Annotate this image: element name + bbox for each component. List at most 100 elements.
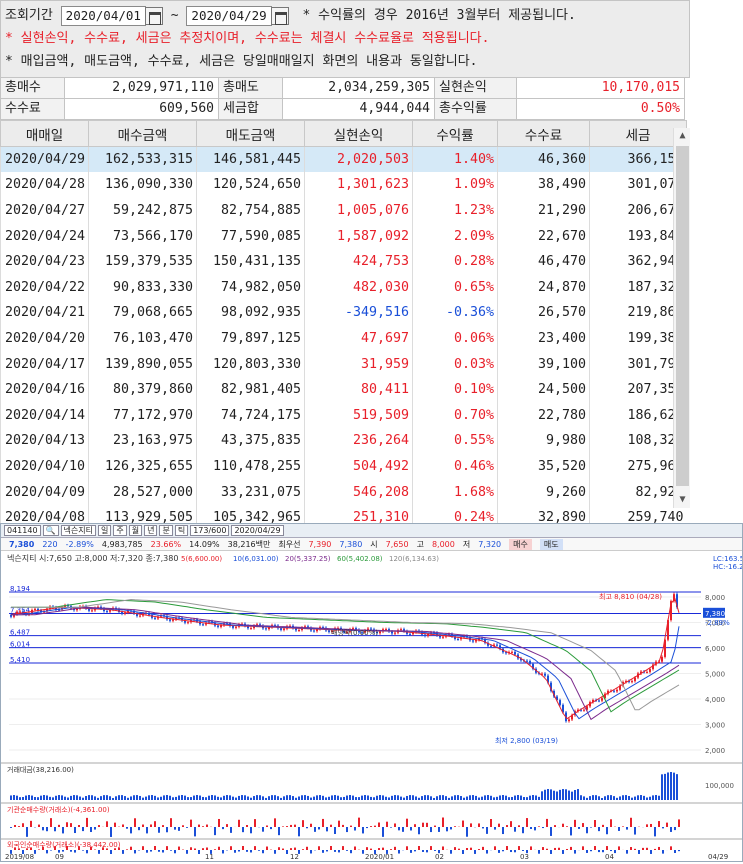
inst-bar — [554, 825, 556, 827]
inst-bar — [122, 824, 124, 827]
col-header[interactable]: 수수료 — [498, 121, 590, 147]
period-tick-button[interactable]: 틱 — [175, 525, 188, 536]
inst-bar — [58, 825, 60, 827]
table-row[interactable]: 2020/04/1323,163,97543,375,835236,2640.5… — [1, 428, 687, 454]
col-header[interactable]: 실현손익 — [305, 121, 413, 147]
table-cell: 2020/04/14 — [1, 402, 89, 428]
calendar-icon[interactable] — [145, 7, 163, 25]
sell-button[interactable]: 매도 — [540, 539, 563, 550]
volume-bar — [655, 795, 657, 800]
table-cell: 2020/04/27 — [1, 198, 89, 224]
stock-name[interactable]: 넥슨지티 — [61, 525, 96, 536]
col-header[interactable]: 매도금액 — [197, 121, 305, 147]
inst-bar — [406, 819, 408, 827]
foreign-bar — [250, 850, 252, 852]
candle-body — [139, 616, 141, 617]
stock-code-input[interactable]: 041140 — [4, 525, 41, 536]
calendar-icon[interactable] — [271, 7, 289, 25]
volume-bar — [292, 796, 294, 800]
table-cell: 2020/04/22 — [1, 274, 89, 300]
inst-bar — [518, 825, 520, 827]
chart-date-field[interactable]: 2020/04/29 — [231, 525, 283, 536]
volume-bar — [16, 796, 18, 800]
candle-body — [34, 609, 36, 610]
table-row[interactable]: 2020/04/17139,890,055120,803,33031,9590.… — [1, 351, 687, 377]
period-day-button[interactable]: 일 — [98, 525, 111, 536]
table-scrollbar[interactable]: ▲ ▼ — [673, 128, 690, 508]
volume-bar — [514, 796, 516, 800]
volume-bar — [229, 795, 231, 800]
table-row[interactable]: 2020/04/1680,379,86082,981,40580,4110.10… — [1, 377, 687, 403]
x-axis-label: 2020/01 — [365, 853, 394, 860]
volume-bar — [580, 795, 582, 800]
scroll-down-icon[interactable]: ▼ — [674, 492, 691, 508]
volume-bar — [193, 796, 195, 800]
table-row[interactable]: 2020/04/29162,533,315146,581,4452,020,50… — [1, 147, 687, 173]
table-row[interactable]: 2020/04/23159,379,535150,431,135424,7530… — [1, 249, 687, 275]
foreign-bar — [98, 850, 100, 854]
count-field[interactable]: 173/600 — [190, 525, 229, 536]
volume-bar — [169, 796, 171, 800]
foreign-bar — [214, 849, 216, 850]
start-date-input[interactable]: 2020/04/01 — [61, 6, 146, 26]
foreign-bar — [350, 850, 352, 853]
volume-bar — [154, 796, 156, 800]
col-header[interactable]: 매수금액 — [89, 121, 197, 147]
scroll-up-icon[interactable]: ▲ — [674, 128, 691, 144]
table-row[interactable]: 2020/04/2179,068,66598,092,935-349,516-0… — [1, 300, 687, 326]
price-chart[interactable]: 넥슨지티 시:7,650 고:8,000 저:7,320 종:7,3805(6,… — [1, 551, 742, 860]
volume-bar — [442, 795, 444, 800]
volume-bar — [70, 796, 72, 800]
foreign-bar — [46, 850, 48, 853]
candle-body — [187, 622, 189, 623]
period-week-button[interactable]: 주 — [113, 525, 126, 536]
volume-bar — [307, 796, 309, 800]
foreign-bar — [162, 850, 164, 853]
volume-bar — [49, 797, 51, 800]
period-month-button[interactable]: 월 — [129, 525, 142, 536]
scroll-thumb[interactable] — [676, 146, 689, 486]
col-header[interactable]: 세금 — [590, 121, 687, 147]
table-row[interactable]: 2020/04/2290,833,33074,982,050482,0300.6… — [1, 274, 687, 300]
inst-bar — [530, 827, 532, 829]
volume-bar — [316, 795, 318, 800]
foreign-bar — [678, 850, 680, 851]
volume-bar — [601, 798, 603, 800]
foreign-bar — [326, 850, 328, 851]
candle-body — [265, 628, 267, 629]
inst-bar — [302, 820, 304, 827]
table-cell: 82,981,405 — [197, 377, 305, 403]
foreign-bar — [634, 849, 636, 850]
quote-turnover: 14.09% — [189, 540, 220, 549]
lc-label: LC:163.57 — [713, 555, 742, 563]
col-header[interactable]: 수익률 — [413, 121, 498, 147]
foreign-bar — [646, 848, 648, 850]
table-row[interactable]: 2020/04/2759,242,87582,754,8851,005,0761… — [1, 198, 687, 224]
inst-bar — [10, 827, 12, 828]
foreign-bar — [610, 850, 612, 851]
volume-bar — [556, 791, 558, 800]
table-row[interactable]: 2020/04/28136,090,330120,524,6501,301,62… — [1, 172, 687, 198]
volume-bar — [661, 774, 663, 800]
foreign-bar — [194, 848, 196, 850]
table-cell: 2020/04/20 — [1, 326, 89, 352]
search-icon[interactable]: 🔍 — [43, 525, 59, 536]
table-row[interactable]: 2020/04/1477,172,97074,724,175519,5090.7… — [1, 402, 687, 428]
inst-bar — [314, 827, 316, 832]
table-cell: 26,570 — [498, 300, 590, 326]
foreign-bar — [566, 849, 568, 850]
table-row[interactable]: 2020/04/2076,103,47079,897,12547,6970.06… — [1, 326, 687, 352]
period-year-button[interactable]: 년 — [144, 525, 157, 536]
buy-button[interactable]: 매수 — [509, 539, 532, 550]
foreign-bar — [410, 850, 412, 853]
table-row[interactable]: 2020/04/2473,566,17077,590,0851,587,0922… — [1, 223, 687, 249]
volume-bar — [577, 789, 579, 800]
inst-bar — [446, 827, 448, 831]
period-min-button[interactable]: 분 — [159, 525, 172, 536]
table-row[interactable]: 2020/04/10126,325,655110,478,255504,4920… — [1, 454, 687, 480]
table-row[interactable]: 2020/04/0928,527,00033,231,075546,2081.6… — [1, 479, 687, 505]
end-date-input[interactable]: 2020/04/29 — [186, 6, 271, 26]
table-cell: 23,400 — [498, 326, 590, 352]
col-header[interactable]: 매매일 — [1, 121, 89, 147]
foreign-bar — [674, 850, 676, 853]
